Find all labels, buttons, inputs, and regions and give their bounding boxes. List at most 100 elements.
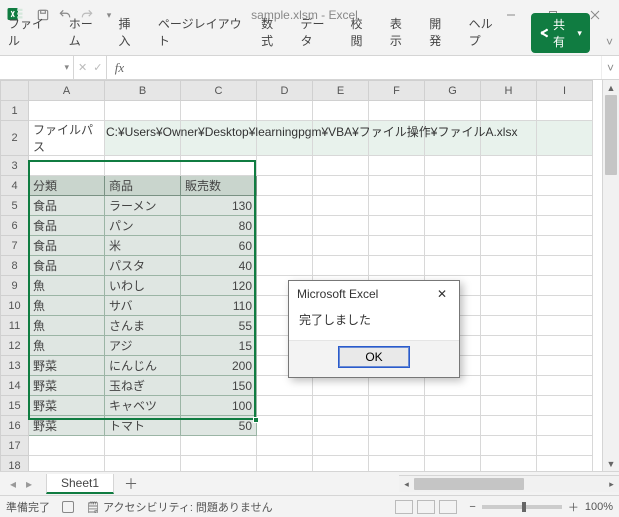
- cell[interactable]: [481, 316, 537, 336]
- cell[interactable]: 40: [181, 256, 257, 276]
- zoom-in-icon[interactable]: ＋: [568, 499, 579, 515]
- cell[interactable]: [425, 376, 481, 396]
- cell[interactable]: キャベツ: [105, 396, 181, 416]
- row-header[interactable]: 5: [1, 196, 29, 216]
- cell[interactable]: [181, 156, 257, 176]
- col-header[interactable]: D: [257, 81, 313, 101]
- select-all-corner[interactable]: [1, 81, 29, 101]
- cell[interactable]: [537, 101, 593, 121]
- row-header[interactable]: 11: [1, 316, 29, 336]
- cell[interactable]: 食品: [29, 196, 105, 216]
- cell[interactable]: [425, 416, 481, 436]
- row-header[interactable]: 9: [1, 276, 29, 296]
- cell[interactable]: トマト: [105, 416, 181, 436]
- cell[interactable]: [481, 236, 537, 256]
- cell[interactable]: [257, 396, 313, 416]
- cell[interactable]: サバ: [105, 296, 181, 316]
- cell[interactable]: [481, 101, 537, 121]
- enter-icon[interactable]: ✓: [93, 61, 102, 74]
- fx-icon[interactable]: fx: [107, 56, 131, 79]
- row-header[interactable]: 16: [1, 416, 29, 436]
- row-header[interactable]: 1: [1, 101, 29, 121]
- cell[interactable]: [481, 196, 537, 216]
- msgbox-close-icon[interactable]: ✕: [433, 287, 451, 301]
- cell[interactable]: [481, 396, 537, 416]
- cell[interactable]: 魚: [29, 276, 105, 296]
- cell[interactable]: [537, 236, 593, 256]
- cell[interactable]: [537, 356, 593, 376]
- cell[interactable]: 魚: [29, 336, 105, 356]
- cell[interactable]: [105, 156, 181, 176]
- cell[interactable]: [257, 256, 313, 276]
- cell[interactable]: [537, 196, 593, 216]
- share-button[interactable]: 共有 ▾: [531, 13, 590, 53]
- scroll-left-icon[interactable]: ◂: [399, 476, 414, 492]
- cell[interactable]: [313, 416, 369, 436]
- cell[interactable]: [313, 236, 369, 256]
- cell[interactable]: [425, 216, 481, 236]
- cell[interactable]: [537, 456, 593, 472]
- cell[interactable]: ラーメン: [105, 196, 181, 216]
- sheet-tab[interactable]: Sheet1: [46, 474, 114, 494]
- cell[interactable]: [537, 276, 593, 296]
- cell[interactable]: [181, 436, 257, 456]
- row-header[interactable]: 14: [1, 376, 29, 396]
- cell[interactable]: 食品: [29, 256, 105, 276]
- cell[interactable]: [369, 456, 425, 472]
- cell[interactable]: [481, 456, 537, 472]
- sheet-nav-next-icon[interactable]: ▸: [22, 477, 36, 491]
- zoom-slider[interactable]: [482, 505, 562, 509]
- row-header[interactable]: 13: [1, 356, 29, 376]
- cell[interactable]: 魚: [29, 296, 105, 316]
- cell[interactable]: 50: [181, 416, 257, 436]
- cell[interactable]: [369, 396, 425, 416]
- cell[interactable]: にんじん: [105, 356, 181, 376]
- cell[interactable]: [257, 376, 313, 396]
- cell[interactable]: [29, 101, 105, 121]
- cell[interactable]: 食品: [29, 216, 105, 236]
- cell[interactable]: [481, 176, 537, 196]
- cell[interactable]: 食品: [29, 236, 105, 256]
- view-pagebreak-icon[interactable]: [439, 500, 457, 514]
- qat-dropdown-icon[interactable]: ▾: [100, 6, 118, 24]
- accessibility-status[interactable]: 🗒 アクセシビリティ: 問題ありません: [86, 499, 273, 515]
- cancel-icon[interactable]: ✕: [78, 61, 87, 74]
- col-header[interactable]: A: [29, 81, 105, 101]
- cell[interactable]: 110: [181, 296, 257, 316]
- cell[interactable]: 野菜: [29, 376, 105, 396]
- scroll-right-icon[interactable]: ▸: [604, 476, 619, 492]
- col-header[interactable]: E: [313, 81, 369, 101]
- cell[interactable]: [481, 376, 537, 396]
- cell[interactable]: [537, 156, 593, 176]
- cell[interactable]: [537, 176, 593, 196]
- cell[interactable]: [29, 456, 105, 472]
- hscroll-thumb[interactable]: [414, 478, 524, 490]
- cell[interactable]: [537, 336, 593, 356]
- sheet-nav-prev-icon[interactable]: ◂: [6, 477, 20, 491]
- cell[interactable]: 150: [181, 376, 257, 396]
- cell[interactable]: [369, 101, 425, 121]
- row-header[interactable]: 10: [1, 296, 29, 316]
- cell[interactable]: 野菜: [29, 416, 105, 436]
- row-header[interactable]: 17: [1, 436, 29, 456]
- cell[interactable]: 80: [181, 216, 257, 236]
- cell[interactable]: [313, 101, 369, 121]
- cell[interactable]: [369, 236, 425, 256]
- cell[interactable]: [257, 436, 313, 456]
- tab-insert[interactable]: 挿入: [116, 11, 141, 55]
- cell[interactable]: [369, 376, 425, 396]
- tab-pagelayout[interactable]: ページレイアウト: [156, 11, 245, 55]
- cell[interactable]: [537, 121, 593, 156]
- cell[interactable]: [313, 256, 369, 276]
- cell[interactable]: [29, 436, 105, 456]
- cell[interactable]: [369, 156, 425, 176]
- cell[interactable]: [313, 376, 369, 396]
- cell[interactable]: パン: [105, 216, 181, 236]
- zoom-out-icon[interactable]: −: [469, 501, 475, 513]
- cell[interactable]: [313, 436, 369, 456]
- tab-help[interactable]: ヘルプ: [467, 11, 503, 55]
- cell[interactable]: [181, 101, 257, 121]
- tab-view[interactable]: 表示: [388, 11, 413, 55]
- cell[interactable]: 野菜: [29, 356, 105, 376]
- cell[interactable]: [369, 176, 425, 196]
